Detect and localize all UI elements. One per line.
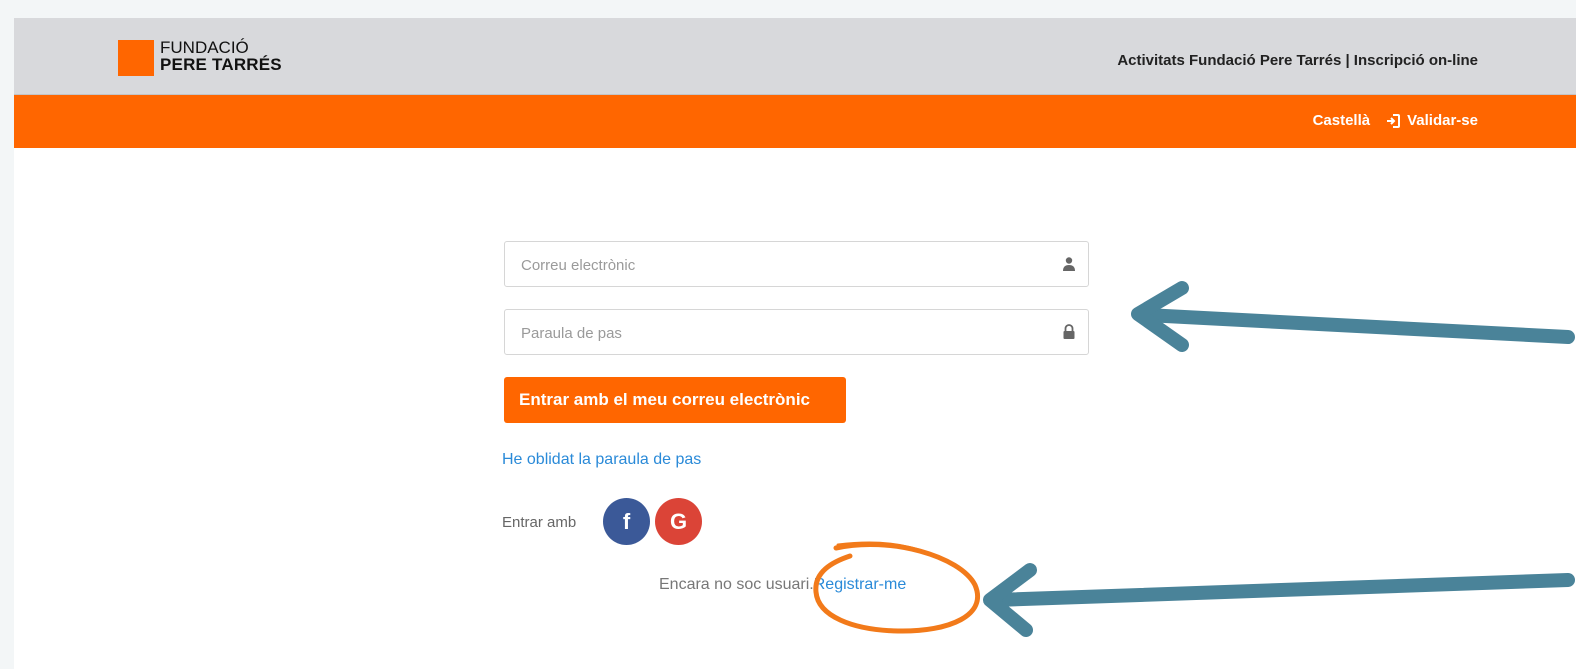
language-link[interactable]: Castellà	[1313, 112, 1371, 129]
logo-line-1: FUNDACIÓ	[160, 38, 249, 57]
page: FUNDACIÓ PERE TARRÉS Activitats Fundació…	[14, 18, 1576, 669]
login-label: Validar-se	[1407, 112, 1478, 129]
logo-line-2: PERE TARRÉS	[160, 55, 282, 74]
password-input[interactable]	[519, 310, 1043, 356]
register-row: Encara no soc usuari.Registrar-me	[659, 576, 906, 594]
email-input[interactable]	[519, 242, 1043, 288]
nav-bar: Castellà Validar-se	[14, 95, 1576, 148]
lock-icon	[1063, 324, 1075, 339]
sign-in-icon	[1387, 113, 1401, 128]
top-header: FUNDACIÓ PERE TARRÉS Activitats Fundació…	[14, 18, 1576, 95]
register-prefix: Encara no soc usuari.	[659, 576, 814, 593]
register-link[interactable]: Registrar-me	[814, 576, 906, 593]
logo-text[interactable]: FUNDACIÓ PERE TARRÉS	[160, 39, 282, 73]
login-link[interactable]: Validar-se	[1386, 112, 1478, 129]
user-icon	[1063, 257, 1075, 271]
nav-links: Castellà Validar-se	[1313, 112, 1478, 129]
forgot-password-link[interactable]: He oblidat la paraula de pas	[502, 451, 701, 469]
google-icon: G	[669, 509, 688, 534]
email-login-button[interactable]: Entrar amb el meu correu electrònic	[504, 377, 846, 423]
facebook-login-button[interactable]: f	[603, 498, 650, 545]
google-login-button[interactable]: G	[655, 498, 702, 545]
social-login-label: Entrar amb	[502, 514, 577, 531]
email-field[interactable]	[504, 241, 1089, 288]
password-field[interactable]	[504, 309, 1089, 356]
site-title: Activitats Fundació Pere Tarrés | Inscri…	[1117, 52, 1478, 69]
facebook-icon: f	[622, 509, 631, 534]
logo-mark[interactable]	[118, 40, 154, 76]
